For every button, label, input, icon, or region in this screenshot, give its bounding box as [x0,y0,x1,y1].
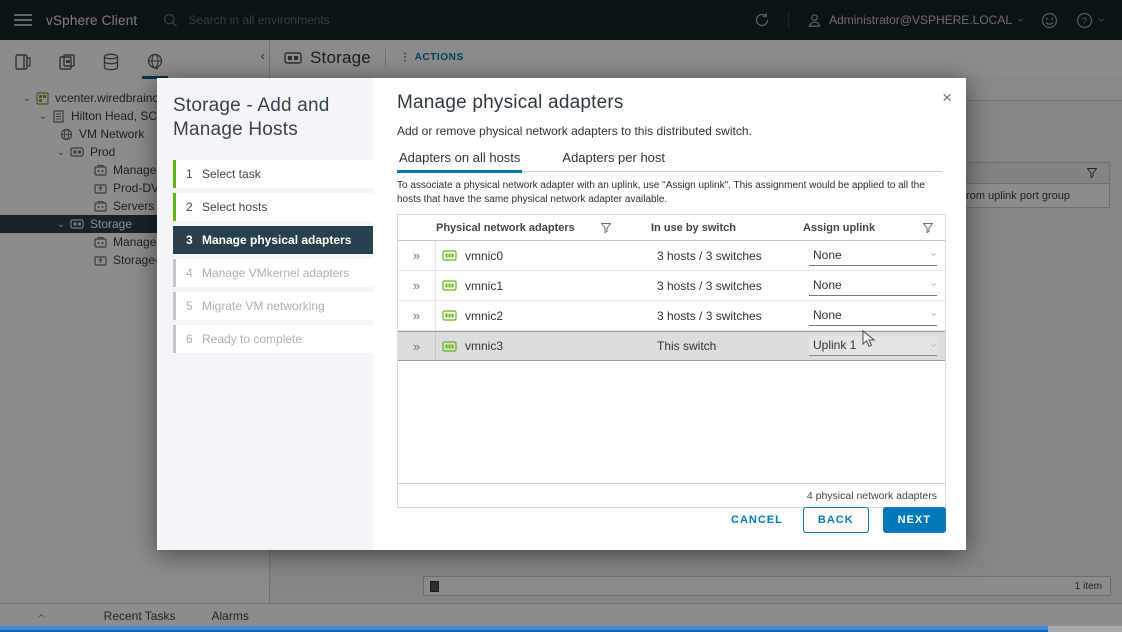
step-label: Ready to complete [202,331,303,346]
table-row-vmnic0[interactable]: » vmnic0 3 hosts / 3 switches None › [398,241,945,271]
table-row-vmnic3[interactable]: » vmnic3 This switch Uplink 1 › [398,331,945,361]
step-label: Migrate VM networking [202,298,325,313]
table-footer: 4 physical network adapters [398,483,945,507]
table-header-row: Physical network adapters In use by swit… [398,215,945,241]
next-button[interactable]: NEXT [882,507,946,533]
in-use-value: 3 hosts / 3 switches [657,278,762,293]
adapter-name: vmnic0 [465,248,504,263]
assign-uplink-note: To associate a physical network adapter … [397,180,925,205]
chevron-down-icon: › [927,252,940,257]
table-row-vmnic2[interactable]: » vmnic2 3 hosts / 3 switches None › [398,301,945,331]
in-use-value: 3 hosts / 3 switches [657,248,762,263]
nic-icon [442,340,457,352]
back-button[interactable]: BACK [802,507,869,533]
uplink-value: None [813,247,842,262]
chevron-down-icon: › [927,282,940,287]
adapter-name: vmnic2 [465,308,504,323]
uplink-value: Uplink 1 [813,338,857,352]
in-use-value: This switch [657,339,717,353]
wizard-content: × Manage physical adapters Add or remove… [373,78,966,550]
expand-row-icon[interactable]: » [398,301,436,330]
cancel-button[interactable]: CANCEL [725,507,789,533]
scrollbar-thumb[interactable] [0,626,1048,632]
column-physical-network-adapters: Physical network adapters [436,221,575,234]
nic-icon [442,250,457,261]
step-label: Manage VMkernel adapters [202,265,350,280]
wizard-title: Storage - Add and Manage Hosts [173,95,330,140]
wizard-step-select-task[interactable]: 1 Select task [173,159,373,188]
adapter-name: vmnic3 [465,339,504,353]
step-label: Select hosts [202,199,268,214]
wizard-step-migrate-vm-networking: 5 Migrate VM networking [173,291,373,320]
physical-adapters-table: Physical network adapters In use by swit… [397,214,946,508]
wizard-step-select-hosts[interactable]: 2 Select hosts [173,192,373,221]
assign-uplink-dropdown[interactable]: None › [809,246,940,266]
close-icon[interactable]: × [942,88,952,108]
chevron-down-icon: › [927,312,940,317]
wizard-step-manage-vmkernel-adapters: 4 Manage VMkernel adapters [173,258,373,287]
adapter-count: 4 physical network adapters [806,489,937,502]
expand-row-icon[interactable]: » [398,241,436,270]
horizontal-scrollbar [0,626,1122,632]
adapter-tabs: Adapters on all hosts Adapters per host [397,150,942,173]
screen: vSphere Client Search in all environment… [0,0,1122,632]
chevron-down-icon: › [927,343,940,347]
uplink-value: None [813,277,842,292]
wizard-step-panel: Storage - Add and Manage Hosts 1 Select … [157,78,373,550]
expand-row-icon[interactable]: » [398,332,436,360]
assign-uplink-dropdown[interactable]: None › [809,276,940,296]
adapter-name: vmnic1 [465,278,504,293]
tab-adapters-per-host[interactable]: Adapters per host [560,150,667,171]
add-and-manage-hosts-dialog: Storage - Add and Manage Hosts 1 Select … [157,78,966,550]
uplink-value: None [813,307,842,322]
column-in-use-by-switch: In use by switch [651,221,736,234]
nic-icon [442,310,457,321]
wizard-step-ready-to-complete: 6 Ready to complete [173,324,373,353]
dialog-buttons: CANCEL BACK NEXT [725,507,946,533]
step-label: Manage physical adapters [202,232,352,247]
nic-icon [442,280,457,291]
step-label: Select task [202,166,261,181]
assign-uplink-dropdown[interactable]: None › [809,306,940,326]
in-use-value: 3 hosts / 3 switches [657,308,762,323]
tab-adapters-on-all-hosts[interactable]: Adapters on all hosts [397,150,523,173]
expand-row-icon[interactable]: » [398,271,436,300]
table-row-vmnic1[interactable]: » vmnic1 3 hosts / 3 switches None › [398,271,945,301]
column-assign-uplink: Assign uplink [803,221,876,234]
step-page-title: Manage physical adapters [397,92,624,113]
step-page-subtitle: Add or remove physical network adapters … [397,124,752,138]
filter-icon[interactable] [923,222,933,233]
filter-icon[interactable] [601,222,611,233]
wizard-step-manage-physical-adapters[interactable]: 3 Manage physical adapters [173,225,373,254]
assign-uplink-dropdown[interactable]: Uplink 1 › [809,336,940,356]
